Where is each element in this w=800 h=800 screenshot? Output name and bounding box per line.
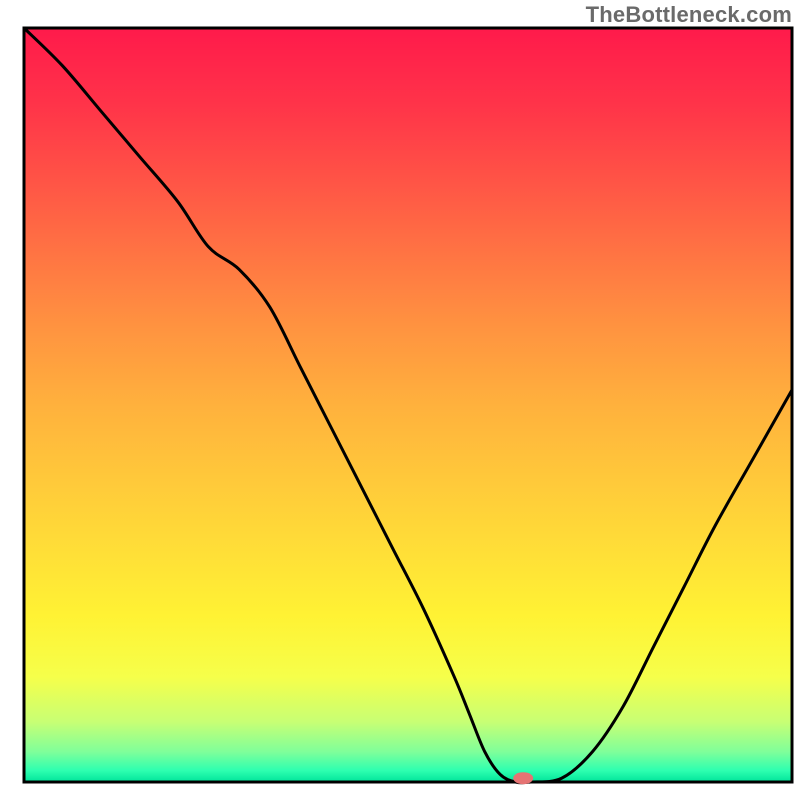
chart-svg xyxy=(0,0,800,800)
bottleneck-chart: TheBottleneck.com xyxy=(0,0,800,800)
plot-background xyxy=(24,28,792,782)
watermark-text: TheBottleneck.com xyxy=(586,2,792,28)
optimal-point-marker xyxy=(513,772,533,784)
